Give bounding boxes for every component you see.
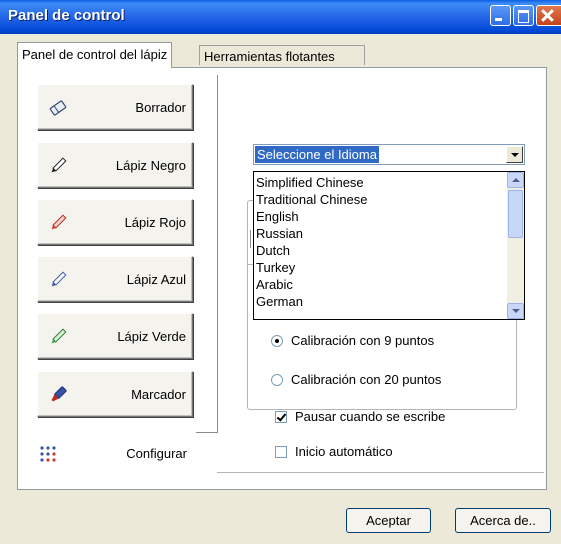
dropdown-scrollbar[interactable]	[507, 172, 524, 319]
calibration-20-points-radio[interactable]: Calibración con 20 puntos	[271, 372, 441, 387]
pause-when-writing-label: Pausar cuando se escribe	[295, 409, 446, 424]
language-select[interactable]: Seleccione el Idioma	[253, 144, 525, 165]
pause-when-writing-checkbox[interactable]: Pausar cuando se escribe	[275, 409, 445, 424]
green-pencil-label: Lápiz Verde	[117, 329, 186, 344]
eraser-label: Borrador	[135, 100, 186, 115]
blue-pencil-button[interactable]: Lápiz Azul	[37, 256, 193, 302]
language-option[interactable]: Simplified Chinese	[256, 174, 364, 191]
green-pencil-icon	[51, 328, 67, 344]
language-select-value: Seleccione el Idioma	[255, 146, 379, 163]
language-option[interactable]: Arabic	[256, 276, 293, 293]
tab-floating-tools[interactable]: Herramientas flotantes	[199, 45, 365, 65]
panel-bottom-divider	[217, 472, 544, 473]
chevron-down-icon[interactable]	[506, 146, 523, 163]
eraser-icon	[49, 100, 67, 116]
blue-pencil-icon	[51, 271, 67, 287]
minimize-button[interactable]	[490, 5, 511, 26]
calibration-20-label: Calibración con 20 puntos	[291, 372, 442, 387]
calibration-9-label: Calibración con 9 puntos	[291, 333, 435, 348]
green-pencil-button[interactable]: Lápiz Verde	[37, 313, 193, 359]
eraser-button[interactable]: Borrador	[37, 84, 193, 130]
about-button[interactable]: Acerca de..	[455, 508, 551, 533]
checkbox[interactable]	[275, 445, 287, 458]
tool-column-divider	[217, 75, 218, 433]
marker-label: Marcador	[131, 387, 186, 402]
tab-pen-control-panel[interactable]: Panel de control del lápiz	[17, 42, 173, 68]
marker-button[interactable]: Marcador	[37, 371, 193, 417]
red-pencil-button[interactable]: Lápiz Rojo	[37, 199, 193, 245]
marker-icon	[51, 386, 67, 402]
language-option[interactable]: Dutch	[256, 242, 290, 259]
blue-pencil-label: Lápiz Azul	[126, 272, 186, 287]
window-title: Panel de control	[8, 7, 125, 24]
language-option[interactable]: German	[256, 293, 303, 310]
language-option[interactable]: English	[256, 208, 299, 225]
checkbox-checked[interactable]	[275, 410, 287, 423]
language-dropdown-list[interactable]: Simplified Chinese Traditional Chinese E…	[253, 171, 525, 320]
black-pencil-button[interactable]: Lápiz Negro	[37, 142, 193, 188]
red-pencil-label: Lápiz Rojo	[124, 215, 186, 230]
calibration-9-points-radio[interactable]: Calibración con 9 puntos	[271, 333, 434, 348]
control-panel-window: Panel de control Panel de control del lá…	[0, 0, 561, 544]
ok-button[interactable]: Aceptar	[346, 508, 431, 533]
settings-label: Configurar	[126, 446, 187, 461]
radio-button[interactable]	[271, 373, 283, 386]
settings-dots-icon	[40, 446, 56, 462]
close-button[interactable]	[536, 5, 561, 26]
tool-column-divider-bottom	[196, 432, 218, 433]
language-option[interactable]: Turkey	[256, 259, 295, 276]
black-pencil-icon	[51, 157, 67, 173]
black-pencil-label: Lápiz Negro	[115, 158, 186, 173]
maximize-button[interactable]	[513, 5, 534, 26]
auto-start-checkbox[interactable]: Inicio automático	[275, 444, 393, 459]
red-pencil-icon	[51, 214, 67, 230]
title-bar[interactable]: Panel de control	[0, 0, 561, 34]
scrollbar-thumb[interactable]	[508, 190, 523, 238]
settings-button[interactable]: Configurar	[28, 431, 193, 476]
language-option[interactable]: Russian	[256, 225, 303, 242]
group-separator	[250, 230, 251, 248]
scroll-up-icon[interactable]	[507, 172, 524, 188]
radio-button-selected[interactable]	[271, 334, 283, 347]
auto-start-label: Inicio automático	[295, 444, 393, 459]
language-option[interactable]: Traditional Chinese	[256, 191, 368, 208]
scroll-down-icon[interactable]	[507, 303, 524, 319]
